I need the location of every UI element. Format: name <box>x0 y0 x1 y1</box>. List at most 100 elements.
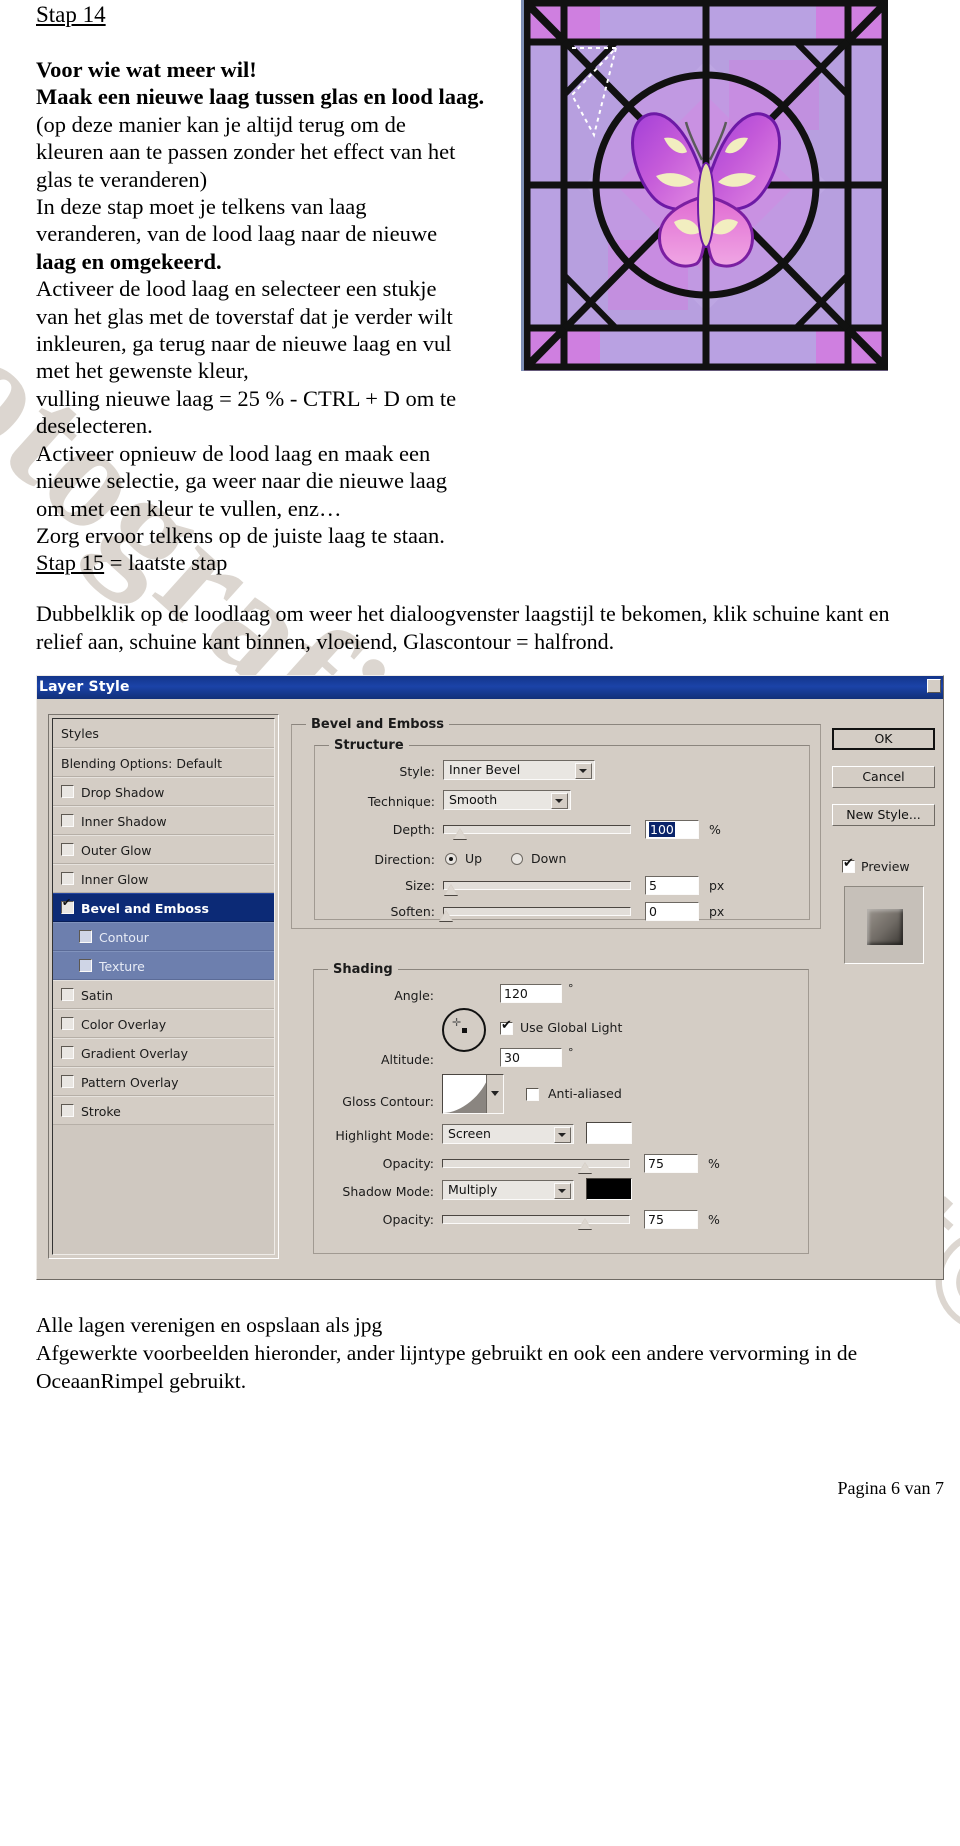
checkbox-icon[interactable] <box>61 1104 74 1117</box>
chevron-down-icon[interactable] <box>486 1075 503 1113</box>
styles-list-panel[interactable]: Styles Blending Options: Default Drop Sh… <box>48 714 279 1259</box>
size-slider-thumb[interactable] <box>444 884 458 895</box>
checkbox-icon[interactable] <box>61 785 74 798</box>
bevel-emboss-panel: Bevel and Emboss Structure Style: Inner … <box>291 714 821 1259</box>
checkbox-icon[interactable] <box>79 930 92 943</box>
soften-slider-track[interactable] <box>443 907 631 916</box>
depth-slider-thumb[interactable] <box>453 828 467 839</box>
shadow-opacity-slider-thumb[interactable] <box>578 1218 592 1229</box>
gloss-contour-preview[interactable] <box>442 1074 504 1114</box>
depth-slider-track[interactable] <box>443 825 631 834</box>
highlight-mode-combo[interactable]: Screen <box>442 1124 574 1144</box>
depth-value-input[interactable]: 100 <box>645 820 699 839</box>
highlight-opacity-input[interactable]: 75 <box>644 1154 698 1173</box>
direction-up-radio[interactable] <box>445 853 457 865</box>
shadow-mode-combo[interactable]: Multiply <box>442 1180 574 1200</box>
styles-item-label: Satin <box>81 988 113 1003</box>
styles-item-stroke[interactable]: Stroke <box>53 1096 274 1125</box>
styles-item-outer-glow[interactable]: Outer Glow <box>53 835 274 864</box>
depth-label: Depth: <box>392 822 435 837</box>
size-slider-track[interactable] <box>443 881 631 890</box>
shadow-opacity-input[interactable]: 75 <box>644 1210 698 1229</box>
technique-label: Technique: <box>367 794 435 809</box>
crosshair-icon: ✛ <box>452 1016 462 1029</box>
altitude-value-input[interactable]: 30 <box>500 1048 562 1067</box>
page-footer: Pagina 6 van 7 <box>837 1478 944 1498</box>
styles-item-bevel-and-emboss[interactable]: Bevel and Emboss <box>53 893 274 922</box>
instruction-line: vulling nieuwe laag = 25 % - CTRL + D om… <box>36 385 457 411</box>
ok-button[interactable]: OK <box>832 728 935 750</box>
instruction-line: om met een kleur te vullen, enz… <box>36 495 342 521</box>
direction-down-radio[interactable] <box>511 853 523 865</box>
highlight-opacity-slider-track[interactable] <box>442 1159 630 1168</box>
styles-item-drop-shadow[interactable]: Drop Shadow <box>53 777 274 806</box>
anti-aliased-label[interactable]: Anti-aliased <box>548 1086 622 1101</box>
soften-value-input[interactable]: 0 <box>645 902 699 921</box>
gloss-contour-label: Gloss Contour: <box>342 1094 434 1109</box>
instruction-line: veranderen, van de lood laag naar de nie… <box>36 221 438 247</box>
gloss-contour-curve <box>443 1075 489 1113</box>
direction-up-label[interactable]: Up <box>465 851 482 866</box>
cancel-button[interactable]: Cancel <box>832 766 935 788</box>
technique-combo[interactable]: Smooth <box>443 790 571 810</box>
new-style-button[interactable]: New Style... <box>832 804 935 826</box>
chevron-down-icon[interactable] <box>575 763 592 779</box>
checkbox-icon[interactable] <box>61 897 74 914</box>
styles-item-label: Color Overlay <box>81 1017 167 1032</box>
shadow-color-swatch[interactable] <box>586 1178 632 1200</box>
styles-item-pattern-overlay[interactable]: Pattern Overlay <box>53 1067 274 1096</box>
angle-value-input[interactable]: 120 <box>500 984 562 1003</box>
style-combo[interactable]: Inner Bevel <box>443 760 595 780</box>
shadow-opacity-slider-track[interactable] <box>442 1215 630 1224</box>
angle-dial[interactable]: ✛ <box>442 1008 486 1052</box>
styles-item-blending-options[interactable]: Blending Options: Default <box>53 748 274 777</box>
size-value-input[interactable]: 5 <box>645 876 699 895</box>
styles-item-color-overlay[interactable]: Color Overlay <box>53 1009 274 1038</box>
shading-group: Shading Angle: 120 ° ✛ Use Global Light … <box>313 962 809 1254</box>
styles-item-satin[interactable]: Satin <box>53 980 274 1009</box>
chevron-down-icon[interactable] <box>554 1183 571 1199</box>
layer-style-dialog[interactable]: Layer Style Styles Blending Options: Def… <box>36 675 944 1280</box>
preview-thumbnail-shape <box>867 909 903 945</box>
checkbox-icon[interactable] <box>61 814 74 827</box>
chevron-down-icon[interactable] <box>554 1127 571 1143</box>
highlight-mode-label: Highlight Mode: <box>335 1128 434 1143</box>
checkbox-icon[interactable] <box>61 988 74 1001</box>
use-global-light-checkbox[interactable] <box>500 1019 513 1035</box>
styles-item-texture[interactable]: Texture <box>53 951 274 980</box>
step-15-rest: = laatste stap <box>104 550 228 576</box>
highlight-color-swatch[interactable] <box>586 1122 632 1144</box>
checkbox-icon[interactable] <box>61 1075 74 1088</box>
dialog-close-icon[interactable] <box>927 679 941 693</box>
preview-checkbox[interactable] <box>842 857 855 873</box>
styles-item-inner-shadow[interactable]: Inner Shadow <box>53 806 274 835</box>
dialog-title-bar: Layer Style <box>37 676 943 699</box>
bevel-and-emboss-group: Bevel and Emboss Structure Style: Inner … <box>291 717 821 929</box>
styles-list-header[interactable]: Styles <box>53 719 274 748</box>
soften-slider-thumb[interactable] <box>439 910 453 921</box>
shadow-mode-value: Multiply <box>448 1182 498 1197</box>
dialog-title: Layer Style <box>39 679 130 695</box>
highlight-opacity-slider-thumb[interactable] <box>578 1162 592 1173</box>
styles-list-inner[interactable]: Styles Blending Options: Default Drop Sh… <box>52 718 275 1255</box>
styles-item-gradient-overlay[interactable]: Gradient Overlay <box>53 1038 274 1067</box>
use-global-light-label[interactable]: Use Global Light <box>520 1020 622 1035</box>
styles-item-contour[interactable]: Contour <box>53 922 274 951</box>
instruction-line: Zorg ervoor telkens op de juiste laag te… <box>36 522 445 548</box>
styles-items-container[interactable]: Drop Shadow Inner Shadow Outer Glow Inner G… <box>53 777 274 1125</box>
checkbox-icon[interactable] <box>61 843 74 856</box>
chevron-down-icon[interactable] <box>551 793 568 809</box>
checkbox-icon[interactable] <box>61 872 74 885</box>
styles-item-inner-glow[interactable]: Inner Glow <box>53 864 274 893</box>
preview-row[interactable]: Preview <box>842 857 910 874</box>
document-page: Stap 14 Voor wie wat meer wil! Maak een n… <box>0 0 960 1505</box>
soften-unit: px <box>709 904 725 919</box>
styles-item-label: Gradient Overlay <box>81 1046 188 1061</box>
preview-label[interactable]: Preview <box>861 859 910 874</box>
instruction-line: kleuren aan te passen zonder het effect … <box>36 139 456 165</box>
direction-down-label[interactable]: Down <box>531 851 566 866</box>
checkbox-icon[interactable] <box>61 1046 74 1059</box>
anti-aliased-checkbox[interactable] <box>526 1088 539 1101</box>
checkbox-icon[interactable] <box>79 959 92 972</box>
checkbox-icon[interactable] <box>61 1017 74 1030</box>
